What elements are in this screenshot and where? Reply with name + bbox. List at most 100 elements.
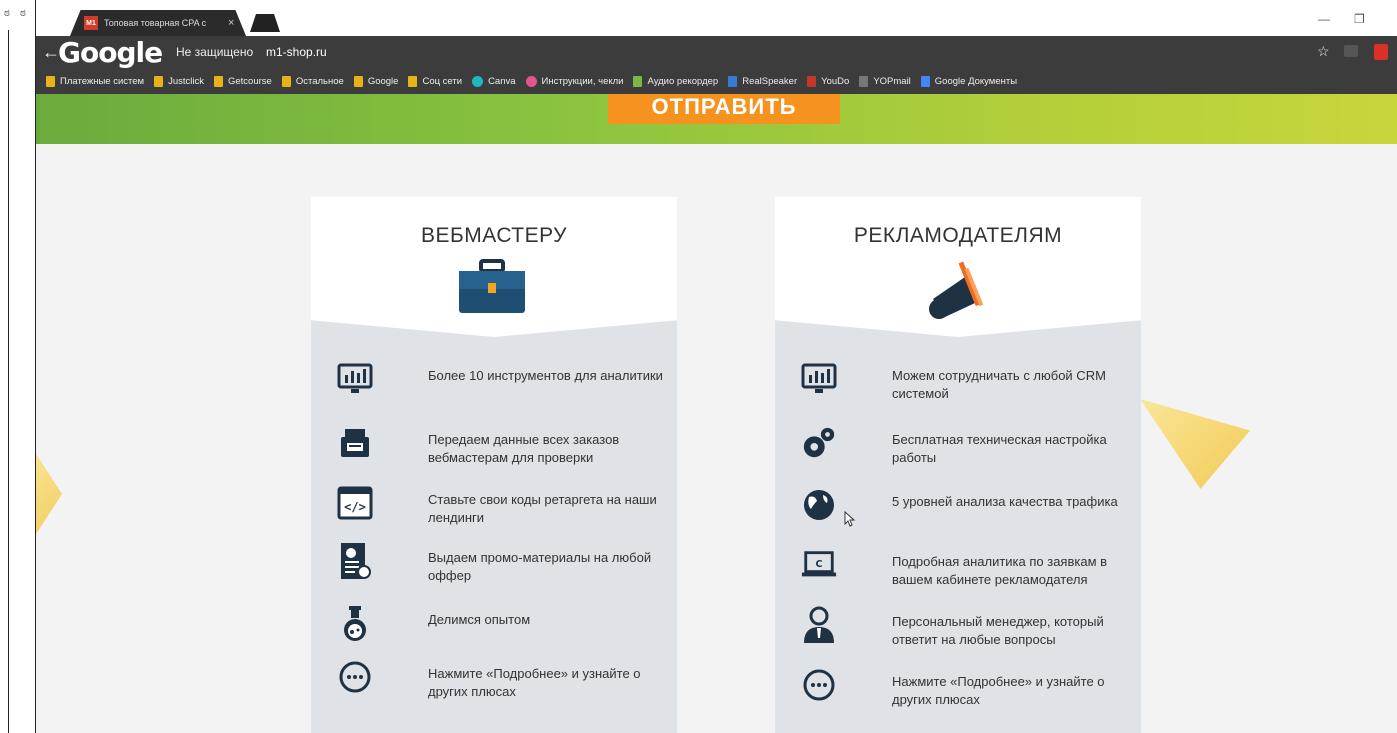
bookmarks-bar: Платежные систем Justclick Getcourse Осталь…	[36, 68, 1397, 94]
card-title: ВЕБМАСТЕРУ	[420, 224, 568, 247]
send-button[interactable]: ОТПРАВИТЬ	[608, 94, 840, 124]
monitor-chart-icon	[337, 361, 373, 397]
megaphone-icon	[925, 259, 995, 328]
feature-item: Делимся опытом	[311, 605, 677, 661]
feature-text: Нажмите «Подробнее» и узнайте о других п…	[428, 666, 641, 699]
bookmark-label: Justclick	[168, 75, 204, 87]
bookmark-link[interactable]: Google Документы	[920, 75, 1018, 87]
bookmark-label: YOPmail	[873, 75, 911, 87]
bookmark-label: Инструкции, чекли	[541, 75, 624, 87]
card-title: РЕКЛАМОДАТЕЛЯМ	[853, 224, 1063, 247]
feature-text: Можем сотрудничать с любой CRM системой	[892, 368, 1106, 401]
bookmark-label: Аудио рекордер	[647, 75, 719, 87]
feature-item: Персональный менеджер, который ответит н…	[775, 606, 1141, 663]
left-gutter: ಠ ಠ	[0, 0, 36, 733]
tab-title: Топовая товарная CPA с	[104, 18, 207, 28]
feature-text: Передаем данные всех заказов вебмастерам…	[428, 432, 620, 465]
feature-text: Более 10 инструментов для аналитики	[428, 368, 663, 383]
feature-item: Можем сотрудничать с любой CRM системой	[775, 361, 1141, 417]
feature-item: Нажмите «Подробнее» и узнайте о других п…	[775, 667, 1141, 723]
bookmark-favicon-icon	[807, 75, 817, 87]
page-content: ОТПРАВИТЬ ВЕБМАСТЕРУ Более 10 инструмент…	[36, 94, 1397, 733]
bookmark-label: Платежные систем	[60, 75, 145, 87]
feature-text: Подробная аналитика по заявкам в вашем к…	[892, 554, 1108, 587]
tab-close-icon[interactable]: ×	[228, 17, 234, 29]
printer-icon	[337, 425, 373, 461]
bookmark-label: YouDo	[821, 75, 850, 87]
bookmark-favicon-icon	[920, 75, 930, 87]
bookmark-favicon-icon	[525, 75, 537, 87]
bookmark-label: Остальное	[295, 75, 344, 87]
feature-item: Бесплатная техническая настройка работы	[775, 425, 1141, 481]
feature-item: 5 уровней анализа качества трафика	[775, 487, 1141, 543]
extension-icon[interactable]	[1344, 45, 1358, 57]
folder-icon	[353, 75, 363, 87]
feature-text: Выдаем промо-материалы на любой оффер	[428, 550, 652, 583]
bookmark-link[interactable]: YouDo	[807, 75, 850, 87]
url-input[interactable]: m1-shop.ru	[266, 45, 327, 59]
new-tab-button[interactable]	[250, 14, 280, 32]
bookmark-favicon-icon	[633, 75, 643, 87]
webmaster-card: ВЕБМАСТЕРУ Более 10 инструментов для ана…	[311, 197, 677, 733]
more-icon	[801, 667, 837, 703]
minimize-icon[interactable]: —	[1318, 12, 1330, 26]
security-label[interactable]: Не защищено	[176, 45, 253, 59]
manager-icon	[801, 606, 837, 643]
tab-favicon: M1	[84, 16, 98, 30]
monitor-chart-icon	[801, 361, 837, 397]
feature-item: </> Ставьте свои коды ретаргета на наши л…	[311, 485, 677, 541]
bookmark-favicon-icon	[859, 75, 869, 87]
feature-item: Передаем данные всех заказов вебмастерам…	[311, 425, 677, 481]
folder-icon	[408, 75, 418, 87]
bookmark-link[interactable]: YOPmail	[859, 75, 911, 87]
bookmark-label: RealSpeaker	[742, 75, 798, 87]
restore-icon[interactable]: ❐	[1354, 12, 1365, 26]
browser-tab[interactable]: M1 Топовая товарная CPA с ×	[70, 10, 246, 36]
folder-icon	[46, 75, 55, 87]
address-bar: ← Google Не защищено m1-shop.ru ☆	[36, 36, 1397, 69]
mouse-cursor-icon	[844, 511, 856, 527]
decorative-shape	[36, 454, 62, 534]
bookmark-favicon-icon	[728, 75, 738, 87]
incognito-icon[interactable]: ಠ	[20, 6, 34, 20]
bookmark-folder[interactable]: Соц сети	[408, 75, 463, 87]
bookmark-label: Google	[367, 75, 399, 87]
feature-text: Ставьте свои коды ретаргета на наши ленд…	[428, 492, 657, 525]
flask-icon	[337, 605, 373, 641]
document-icon	[337, 543, 373, 579]
feature-item: Нажмите «Подробнее» и узнайте о других п…	[311, 659, 677, 715]
feature-text: Делимся опытом	[428, 612, 531, 627]
code-icon: </>	[337, 485, 373, 521]
feature-text: Бесплатная техническая настройка работы	[892, 432, 1107, 465]
google-logo: Google	[58, 36, 163, 69]
briefcase-icon	[457, 259, 527, 320]
bookmark-folder[interactable]: Justclick	[154, 75, 204, 87]
bookmark-folder[interactable]: Getcourse	[214, 75, 272, 87]
bookmark-folder[interactable]: Платежные систем	[46, 75, 145, 87]
gears-icon	[801, 425, 837, 461]
bookmark-folder[interactable]: Google	[353, 75, 399, 87]
laptop-icon: C	[801, 547, 837, 583]
bookmark-link[interactable]: Аудио рекордер	[633, 75, 719, 87]
decorative-paper-plane	[1140, 399, 1250, 489]
feature-item: Более 10 инструментов для аналитики	[311, 361, 677, 417]
more-icon	[337, 659, 373, 695]
bookmark-link[interactable]: Инструкции, чекли	[525, 75, 624, 87]
bookmark-folder[interactable]: Остальное	[281, 75, 344, 87]
bookmark-link[interactable]: Canva	[472, 75, 516, 87]
bookmark-label: Google Документы	[934, 75, 1018, 87]
bookmark-label: Getcourse	[228, 75, 272, 87]
extension-icon[interactable]	[1374, 44, 1388, 60]
incognito-icon[interactable]: ಠ	[4, 6, 18, 20]
bookmark-link[interactable]: RealSpeaker	[728, 75, 798, 87]
bookmark-label: Соц сети	[422, 75, 463, 87]
bookmark-star-icon[interactable]: ☆	[1317, 43, 1330, 60]
gutter-divider	[8, 30, 9, 733]
svg-text:C: C	[816, 559, 823, 570]
folder-icon	[154, 75, 164, 87]
feature-item: Выдаем промо-материалы на любой оффер	[311, 543, 677, 599]
feature-item: C Подробная аналитика по заявкам в вашем …	[775, 547, 1141, 603]
feature-text: Нажмите «Подробнее» и узнайте о других п…	[892, 674, 1105, 707]
bookmark-favicon-icon	[472, 75, 484, 87]
folder-icon	[281, 75, 291, 87]
